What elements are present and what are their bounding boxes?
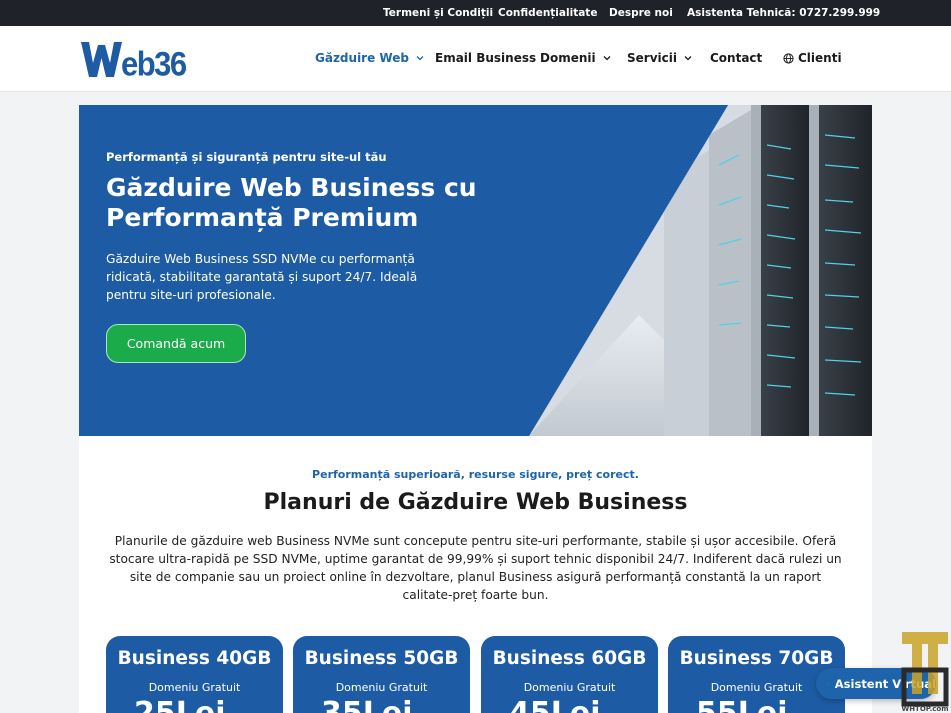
nav-domenii[interactable]: Domenii (540, 51, 612, 65)
plan-name: Business 70GB (679, 648, 834, 669)
nav-gazduire-web[interactable]: Găzduire Web (315, 51, 425, 65)
section-description: Planurile de găzduire web Business NVMe … (109, 534, 842, 602)
section-kicker: Performanță superioară, resurse sigure, … (312, 468, 639, 481)
order-now-button[interactable]: Comandă acum (106, 324, 246, 363)
plan-card-60gb[interactable]: Business 60GB Domeniu Gratuit 45Lei (481, 636, 658, 713)
chevron-down-icon (416, 56, 424, 61)
nav-clienti-label: Clienti (798, 51, 842, 65)
chevron-down-icon (684, 56, 692, 61)
plan-free-domain: Domeniu Gratuit (523, 681, 616, 694)
web365-logo[interactable]: eb365 (79, 39, 204, 83)
hero-kicker: Performanță și siguranță pentru site-ul … (106, 150, 387, 164)
privacy-link[interactable]: Confidențialitate (498, 7, 597, 19)
nav-email-label: Email Business (435, 51, 537, 65)
plan-free-domain: Domeniu Gratuit (148, 681, 241, 694)
hero-description: Găzduire Web Business SSD NVMe cu perfor… (106, 252, 418, 302)
chevron-down-icon (603, 56, 611, 61)
nav-servicii-label: Servicii (627, 51, 677, 65)
svg-text:eb365: eb365 (121, 45, 187, 80)
globe-icon (783, 52, 794, 64)
plan-free-domain: Domeniu Gratuit (335, 681, 428, 694)
hero-title: Găzduire Web Business cu Performanță Pre… (106, 173, 477, 232)
watermark-text: WHTOP.com (901, 705, 948, 713)
nav-servicii[interactable]: Servicii (627, 51, 693, 65)
support-phone-link[interactable]: Asistenta Tehnică: 0727.299.999 (687, 7, 880, 19)
about-link[interactable]: Despre noi (609, 7, 673, 19)
whtop-watermark: WHTOP.com (898, 630, 951, 713)
chat-bubble-icon (828, 683, 829, 684)
plan-card-50gb[interactable]: Business 50GB Domeniu Gratuit 35Lei (293, 636, 470, 713)
nav-gazduire-label: Găzduire Web (315, 51, 409, 65)
terms-link[interactable]: Termeni și Condiții (383, 7, 493, 19)
plan-name: Business 60GB (492, 648, 647, 669)
hero-banner: Performanță și siguranță pentru site-ul … (79, 105, 872, 436)
plan-name: Business 40GB (117, 648, 272, 669)
nav-contact[interactable]: Contact (710, 51, 762, 65)
nav-clienti[interactable]: Clienti (783, 51, 842, 65)
nav-contact-label: Contact (710, 51, 763, 65)
plan-price: 55Lei (696, 696, 788, 713)
plan-price: 25Lei (134, 696, 226, 713)
nav-domenii-label: Domenii (540, 51, 596, 65)
plan-price: 35Lei (321, 696, 413, 713)
top-bar: Termeni și Condiții Confidențialitate De… (0, 0, 951, 26)
plan-price: 45Lei (509, 696, 601, 713)
site-header: eb365 Găzduire Web Email Business Domeni… (0, 26, 951, 92)
plan-name: Business 50GB (304, 648, 459, 669)
section-title: Planuri de Găzduire Web Business (263, 490, 688, 515)
plan-card-40gb[interactable]: Business 40GB Domeniu Gratuit 25Lei (106, 636, 283, 713)
nav-email-business[interactable]: Email Business (435, 51, 536, 65)
